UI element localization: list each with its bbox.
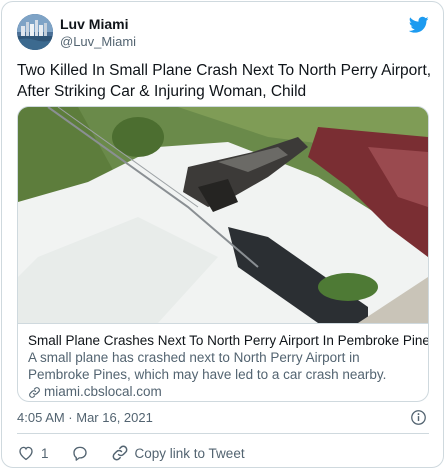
tweet-text: Two Killed In Small Plane Crash Next To … <box>17 62 432 100</box>
link-icon <box>29 386 40 398</box>
card-title[interactable]: Small Plane Crashes Next To North Perry … <box>28 332 428 349</box>
reply-button[interactable] <box>71 444 89 462</box>
copy-link-icon <box>112 445 127 461</box>
avatar[interactable] <box>17 14 53 50</box>
heart-icon <box>19 446 33 461</box>
like-button[interactable]: 1 <box>17 444 49 462</box>
like-count: 1 <box>41 445 49 461</box>
card-body[interactable]: Small Plane Crashes Next To North Perry … <box>18 323 428 401</box>
card-image[interactable] <box>18 107 428 323</box>
tweet-embed: Luv Miami @Luv_Miami Two Killed In Small… <box>1 1 444 468</box>
author-display-name[interactable]: Luv Miami <box>60 16 136 33</box>
tweet-timestamp[interactable]: 4:05 AM · Mar 16, 2021 <box>17 409 153 426</box>
card-description: A small plane has crashed next to North … <box>28 350 387 382</box>
copy-link-label[interactable]: Copy link to Tweet <box>135 446 245 461</box>
link-card[interactable]: Small Plane Crashes Next To North Perry … <box>17 106 429 402</box>
tweet-actions: 1 Copy link to Tweet <box>17 443 267 463</box>
card-domain[interactable]: miami.cbslocal.com <box>28 383 418 401</box>
divider <box>17 433 429 434</box>
twitter-bird-icon[interactable] <box>409 16 429 34</box>
card-domain-text[interactable]: miami.cbslocal.com <box>44 383 162 401</box>
reply-icon <box>72 446 87 461</box>
info-icon[interactable] <box>410 409 427 426</box>
miami-skyline-avatar-icon <box>17 14 53 50</box>
tweet-header: Luv Miami @Luv_Miami <box>17 14 429 52</box>
copy-link-button[interactable]: Copy link to Tweet <box>111 444 245 462</box>
author-handle[interactable]: @Luv_Miami <box>60 33 136 50</box>
